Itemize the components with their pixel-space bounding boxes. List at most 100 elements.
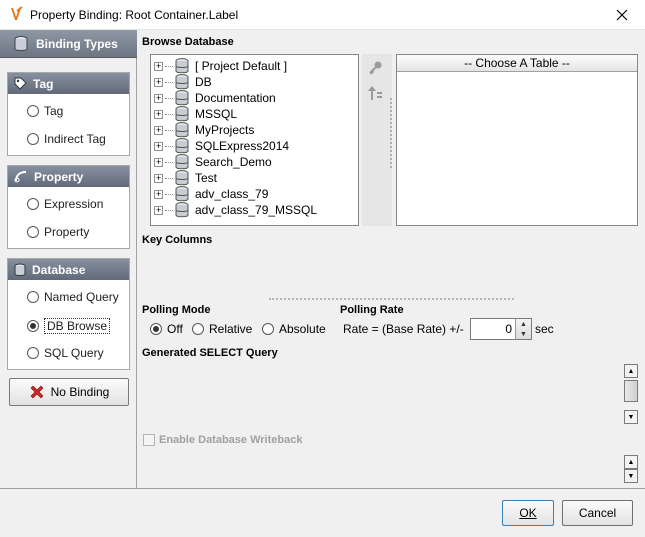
tag-group-title: Tag xyxy=(33,76,54,91)
property-group-title: Property xyxy=(34,169,84,184)
database-group-header: Database xyxy=(8,259,129,280)
expand-icon[interactable]: + xyxy=(154,61,163,71)
tree-item[interactable]: + Search_Demo xyxy=(154,154,272,170)
radio-sql-query[interactable]: SQL Query xyxy=(27,346,104,360)
app-icon xyxy=(11,6,23,20)
tree-item[interactable]: + [ Project Default ] xyxy=(154,58,287,74)
expand-icon[interactable]: + xyxy=(154,157,163,167)
radio-button-selected[interactable] xyxy=(27,320,39,332)
database-group-title: Database xyxy=(32,262,86,277)
radio-button[interactable] xyxy=(262,323,274,335)
window-title: Property Binding: Root Container.Label xyxy=(30,8,239,22)
radio-button[interactable] xyxy=(27,226,39,238)
close-button[interactable] xyxy=(599,0,645,29)
radio-button[interactable] xyxy=(27,198,39,210)
writeback-scroll-up-icon[interactable]: ▲ xyxy=(624,455,638,469)
tree-connector xyxy=(165,129,173,131)
tree-item-label: adv_class_79_MSSQL xyxy=(195,203,318,217)
tree-item[interactable]: + Documentation xyxy=(154,90,276,106)
red-x-icon xyxy=(30,385,44,399)
table-tools xyxy=(362,54,392,226)
expand-icon[interactable]: + xyxy=(154,93,163,103)
polling-off-label: Off xyxy=(167,322,183,336)
tree-connector xyxy=(165,145,173,147)
expand-icon[interactable]: + xyxy=(154,141,163,151)
ok-label: OK xyxy=(519,506,537,520)
database-icon xyxy=(175,74,189,90)
tree-item[interactable]: + adv_class_79_MSSQL xyxy=(154,202,317,218)
property-group-header: Property xyxy=(8,166,129,187)
tree-item-label: adv_class_79 xyxy=(195,187,269,201)
tree-connector xyxy=(165,177,173,179)
table-list[interactable]: -- Choose A Table -- xyxy=(396,54,638,226)
spinner-down-icon[interactable]: ▼ xyxy=(516,329,531,339)
expand-icon[interactable]: + xyxy=(154,189,163,199)
radio-button[interactable] xyxy=(27,291,39,303)
tree-item[interactable]: + MyProjects xyxy=(154,122,254,138)
radio-button[interactable] xyxy=(27,347,39,359)
browse-database-label: Browse Database xyxy=(142,36,234,48)
property-icon xyxy=(14,171,27,183)
tag-group-header: Tag xyxy=(8,73,129,94)
radio-button[interactable] xyxy=(192,323,204,335)
radio-button[interactable] xyxy=(27,133,39,145)
tree-item-label: Test xyxy=(195,171,218,185)
spinner-up-icon[interactable]: ▲ xyxy=(516,319,531,329)
cancel-button[interactable]: Cancel xyxy=(562,500,633,526)
writeback-checkbox-row[interactable]: Enable Database Writeback xyxy=(143,434,302,446)
radio-db-browse[interactable]: DB Browse xyxy=(27,318,111,334)
database-tree[interactable]: + [ Project Default ] + DB + Documentation + MS… xyxy=(150,54,359,226)
resize-grip[interactable] xyxy=(390,98,392,168)
query-text-area[interactable] xyxy=(142,362,620,426)
radio-expression[interactable]: Expression xyxy=(27,197,103,211)
database-icon xyxy=(14,35,28,51)
choose-table-header[interactable]: -- Choose A Table -- xyxy=(397,55,637,72)
writeback-checkbox[interactable] xyxy=(143,434,155,446)
radio-sql-query-label: SQL Query xyxy=(44,346,104,360)
radio-indirect-tag[interactable]: Indirect Tag xyxy=(27,132,106,146)
key-icon[interactable] xyxy=(367,60,383,76)
expand-icon[interactable]: + xyxy=(154,109,163,119)
binding-types-title: Binding Types xyxy=(36,36,118,51)
database-icon xyxy=(14,263,26,276)
radio-named-query[interactable]: Named Query xyxy=(27,290,119,304)
polling-rate-unit: sec xyxy=(535,322,554,336)
splitter-handle[interactable] xyxy=(269,298,514,300)
polling-mode-relative[interactable]: Relative xyxy=(192,322,252,336)
polling-mode-off[interactable]: Off xyxy=(150,322,183,336)
database-icon xyxy=(175,170,189,186)
radio-tag[interactable]: Tag xyxy=(27,104,63,118)
radio-button-selected[interactable] xyxy=(150,323,162,335)
tree-item[interactable]: + adv_class_79 xyxy=(154,186,268,202)
tree-item[interactable]: + SQLExpress2014 xyxy=(154,138,289,154)
tree-item[interactable]: + DB xyxy=(154,74,212,90)
query-scroll-up-icon[interactable]: ▲ xyxy=(624,364,638,378)
radio-button[interactable] xyxy=(27,105,39,117)
writeback-scroll-down-icon[interactable]: ▼ xyxy=(624,469,638,483)
binding-types-panel: Binding Types Tag Tag Indirect Tag Prope… xyxy=(0,30,137,488)
expand-icon[interactable]: + xyxy=(154,205,163,215)
tree-item[interactable]: + Test xyxy=(154,170,217,186)
close-icon xyxy=(616,9,628,20)
expand-icon[interactable]: + xyxy=(154,125,163,135)
query-scroll-thumb[interactable] xyxy=(624,380,638,402)
polling-rate-spinner[interactable]: 0 ▲ ▼ xyxy=(470,318,532,340)
ok-button[interactable]: OK xyxy=(502,500,554,526)
database-icon xyxy=(175,122,189,138)
polling-mode-label: Polling Mode xyxy=(142,304,211,316)
tree-connector xyxy=(165,161,173,163)
title-bar: Property Binding: Root Container.Label xyxy=(0,0,645,30)
cancel-label: Cancel xyxy=(578,506,617,520)
sort-icon[interactable] xyxy=(367,84,383,102)
no-binding-button[interactable]: No Binding xyxy=(9,378,129,406)
tree-item-label: SQLExpress2014 xyxy=(195,139,290,153)
tree-connector xyxy=(165,113,173,115)
polling-mode-absolute[interactable]: Absolute xyxy=(262,322,326,336)
tree-connector xyxy=(165,65,173,67)
radio-property[interactable]: Property xyxy=(27,225,89,239)
expand-icon[interactable]: + xyxy=(154,173,163,183)
polling-rate-value[interactable]: 0 xyxy=(505,322,512,336)
tree-item[interactable]: + MSSQL xyxy=(154,106,237,122)
query-scroll-down-icon[interactable]: ▼ xyxy=(624,410,638,424)
expand-icon[interactable]: + xyxy=(154,77,163,87)
